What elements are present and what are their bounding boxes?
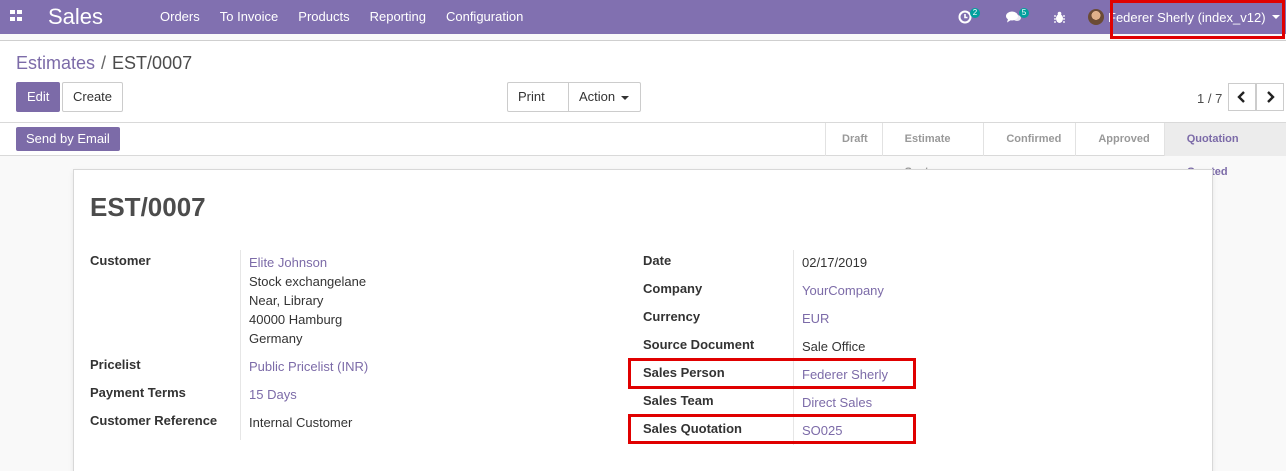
customer-address-line: Germany: [249, 331, 303, 346]
stage-pipeline: Draft Estimate Sent Confirmed Approved Q…: [825, 123, 1286, 178]
highlight-user-menu: [1110, 0, 1285, 39]
customer-reference-value: Internal Customer: [249, 415, 353, 430]
pager-value[interactable]: 1 / 7: [1197, 91, 1222, 106]
sales-team-value[interactable]: Direct Sales: [802, 395, 872, 410]
currency-label: Currency: [643, 309, 701, 324]
pager-previous-button[interactable]: [1228, 83, 1256, 111]
pager-next-button[interactable]: [1256, 83, 1284, 111]
stage-estimate-sent[interactable]: Estimate Sent: [881, 123, 984, 178]
print-dropdown[interactable]: Print: [507, 82, 569, 128]
customer-reference-label: Customer Reference: [90, 413, 218, 428]
messages-count-badge: 5: [1019, 8, 1029, 18]
stage-confirmed[interactable]: Confirmed: [983, 123, 1075, 156]
breadcrumb: Estimates / EST/0007: [16, 53, 192, 74]
activity-count-badge: 2: [970, 8, 980, 18]
stage-approved[interactable]: Approved: [1075, 123, 1163, 156]
status-bar: Send by Email Draft Estimate Sent Confir…: [0, 123, 1286, 178]
menu-to-invoice[interactable]: To Invoice: [210, 0, 289, 34]
left-group-divider: [240, 250, 241, 440]
menu-reporting[interactable]: Reporting: [360, 0, 436, 34]
source-document-label: Source Document: [643, 337, 755, 352]
action-dropdown[interactable]: Action: [568, 82, 641, 112]
user-avatar: [1088, 9, 1104, 25]
action-label: Action: [579, 89, 616, 104]
stage-quotation-created[interactable]: Quotation Created: [1163, 123, 1286, 178]
highlight-sales-quotation: [628, 414, 916, 444]
customer-address-line: 40000 Hamburg: [249, 312, 343, 327]
pricelist-value[interactable]: Public Pricelist (INR): [249, 359, 368, 374]
date-label: Date: [643, 253, 672, 268]
edit-button[interactable]: Edit: [16, 82, 61, 112]
breadcrumb-separator: /: [101, 53, 107, 73]
breadcrumb-estimates[interactable]: Estimates: [16, 53, 95, 73]
breadcrumb-current: EST/0007: [112, 53, 193, 73]
menu-orders[interactable]: Orders: [150, 0, 210, 34]
highlight-sales-person: [628, 358, 916, 389]
print-label: Print: [518, 89, 545, 104]
send-by-email-button[interactable]: Send by Email: [16, 127, 120, 151]
payment-terms-label: Payment Terms: [90, 385, 186, 400]
app-title: Sales: [48, 4, 104, 29]
stage-draft[interactable]: Draft: [825, 123, 882, 156]
debug-menu[interactable]: [1053, 0, 1066, 34]
date-value: 02/17/2019: [802, 255, 868, 270]
customer-address-line: Near, Library: [249, 293, 324, 308]
create-button[interactable]: Create: [62, 82, 124, 112]
top-navbar: Sales Orders To Invoice Products Reporti…: [0, 0, 1286, 34]
chevron-right-icon: [1267, 91, 1275, 103]
menu-products[interactable]: Products: [288, 0, 359, 34]
messaging-menu[interactable]: 5: [1006, 0, 1029, 34]
sales-team-label: Sales Team: [643, 393, 714, 408]
customer-name[interactable]: Elite Johnson: [249, 255, 327, 270]
chevron-left-icon: [1237, 91, 1245, 103]
customer-label: Customer: [90, 253, 151, 268]
source-document-value: Sale Office: [802, 339, 866, 354]
menu-configuration[interactable]: Configuration: [436, 0, 533, 34]
bug-icon: [1054, 11, 1065, 23]
control-panel: Estimates / EST/0007 Edit Create Print Act…: [0, 40, 1286, 128]
company-label: Company: [643, 281, 703, 296]
apps-menu-icon[interactable]: [10, 10, 23, 21]
company-value[interactable]: YourCompany: [802, 283, 884, 298]
main-menu: Orders To Invoice Products Reporting Con…: [150, 0, 533, 34]
activity-menu[interactable]: 2: [958, 0, 980, 34]
payment-terms-value[interactable]: 15 Days: [249, 387, 297, 402]
customer-address-line: Stock exchangelane: [249, 274, 367, 289]
currency-value[interactable]: EUR: [802, 311, 829, 326]
record-title: EST/0007: [90, 192, 206, 222]
pricelist-label: Pricelist: [90, 357, 141, 372]
chevron-down-icon: [621, 95, 630, 100]
